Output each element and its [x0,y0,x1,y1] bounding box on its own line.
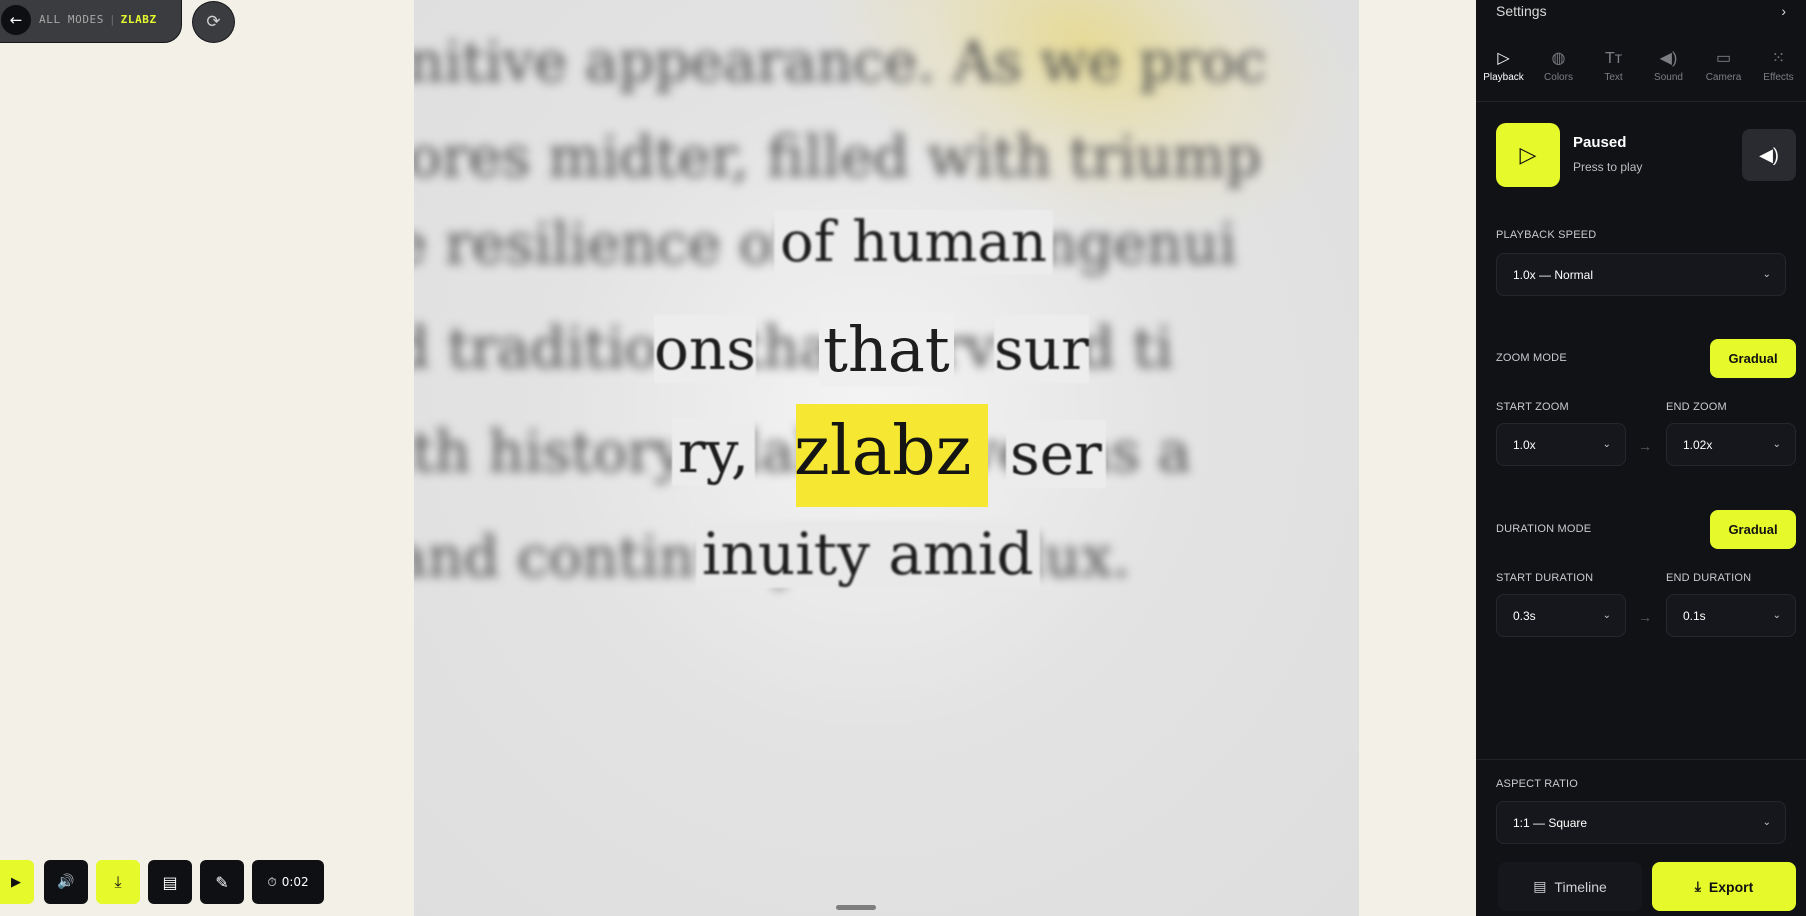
zoom-mode-label: ZOOM MODE [1496,352,1567,364]
camera-icon: ▭ [1715,50,1732,67]
sound-toggle-button[interactable]: 🔊 [44,860,88,904]
effects-grid-icon: ⁙ [1771,50,1786,67]
timeline-label: Timeline [1554,878,1607,895]
speaker-icon: ◀) [1759,144,1779,165]
timer-icon: ⏱ [267,874,277,889]
refresh-button[interactable]: ⟳ [192,1,235,43]
download-button[interactable]: ⤓ [96,860,140,904]
start-duration-label: START DURATION [1496,572,1594,584]
text-line-1: nitive appearance. As we proc [414,30,1267,95]
download-icon: ⤓ [1694,878,1701,894]
all-modes-link[interactable]: ALL MODES [39,13,104,26]
settings-panel: Settings › ▷ Playback ◍ Colors Tт Text ◀… [1476,0,1806,916]
word-ser: ser [1006,420,1106,488]
arrow-right-icon: → [1638,438,1652,454]
end-zoom-label: END ZOOM [1666,401,1727,413]
play-button[interactable]: ▶ [0,860,34,904]
chevron-down-icon: ⌄ [1602,610,1611,621]
mute-button[interactable]: ◀) [1742,129,1796,181]
tab-label: Sound [1654,72,1683,83]
word-ons: ons [654,315,757,383]
download-icon: ⤓ [114,872,122,891]
tab-sound[interactable]: ◀) Sound [1641,48,1696,101]
chevron-down-icon: ⌄ [1772,439,1781,450]
settings-header: Settings › [1496,3,1786,19]
collapse-chevron-icon[interactable]: › [1781,3,1786,19]
export-label: Export [1708,878,1754,895]
tab-label: Playback [1483,72,1524,83]
aspect-ratio-label: ASPECT RATIO [1496,778,1579,790]
canvas-drag-handle[interactable] [836,905,876,910]
tab-text[interactable]: Tт Text [1586,48,1641,101]
start-zoom-select[interactable]: 1.0x ⌄ [1496,423,1626,466]
chevron-down-icon: ⌄ [1772,610,1781,621]
settings-tabs: ▷ Playback ◍ Colors Tт Text ◀) Sound ▭ C… [1476,48,1806,102]
duration-mode-label: DURATION MODE [1496,523,1592,535]
comment-button[interactable]: ✎ [200,860,244,904]
speaker-icon: 🔊 [57,874,75,890]
notes-button[interactable]: ▤ [148,860,192,904]
arrow-left-icon: ← [9,10,23,29]
end-zoom-value: 1.02x [1683,437,1713,452]
play-icon: ▶ [11,874,21,890]
start-zoom-label: START ZOOM [1496,401,1569,413]
start-duration-select[interactable]: 0.3s ⌄ [1496,594,1626,637]
mode-separator: | [109,13,116,26]
text-line-2: ores midter, filled with triump [414,125,1262,190]
chevron-down-icon: ⌄ [1762,817,1771,828]
timeline-button[interactable]: ▤ Timeline [1498,862,1642,911]
preview-canvas[interactable]: nitive appearance. As we proc ores midte… [414,0,1359,916]
tab-playback[interactable]: ▷ Playback [1476,48,1531,101]
comment-icon: ✎ [215,872,229,892]
word-that: that [819,313,954,386]
tab-colors[interactable]: ◍ Colors [1531,48,1586,101]
tab-label: Effects [1763,72,1794,83]
word-nuity-amid: inuity amid [696,520,1040,588]
word-of-human: of human [774,210,1053,275]
mode-pill: ← ALL MODES | ZLABZ [0,0,182,43]
end-duration-select[interactable]: 0.1s ⌄ [1666,594,1796,637]
playback-hint: Press to play [1573,160,1643,174]
highlighted-word: zlabz [794,412,972,491]
playback-speed-value: 1.0x — Normal [1513,267,1594,282]
play-icon: ▷ [1519,142,1537,167]
tab-effects[interactable]: ⁙ Effects [1751,48,1806,101]
chevron-down-icon: ⌄ [1602,439,1611,450]
playback-speed-select[interactable]: 1.0x — Normal ⌄ [1496,253,1786,296]
duration-mode-toggle[interactable]: Gradual [1710,510,1796,549]
tab-label: Colors [1544,72,1573,83]
word-ry: ry, [672,418,756,486]
tab-label: Text [1604,72,1623,83]
export-button[interactable]: ⤓ Export [1652,862,1796,911]
end-duration-value: 0.1s [1683,608,1706,623]
timeline-icon: ▤ [1533,878,1547,894]
end-zoom-select[interactable]: 1.02x ⌄ [1666,423,1796,466]
settings-title: Settings [1496,3,1547,19]
text-icon: Tт [1604,50,1623,67]
start-duration-value: 0.3s [1513,608,1536,623]
tab-label: Camera [1705,72,1742,83]
palette-icon: ◍ [1551,50,1566,67]
aspect-ratio-select[interactable]: 1:1 — Square ⌄ [1496,801,1786,844]
chevron-down-icon: ⌄ [1762,269,1771,280]
play-outline-icon: ▷ [1497,50,1510,67]
zoom-mode-toggle[interactable]: Gradual [1710,339,1796,378]
back-button[interactable]: ← [1,4,31,35]
timer-display: ⏱ 0:02 [252,860,324,904]
word-sur: sur [994,315,1089,383]
current-mode-name: ZLABZ [120,13,157,26]
playback-status: Paused [1573,134,1627,151]
speaker-icon: ◀) [1659,50,1678,67]
refresh-icon: ⟳ [206,12,221,32]
arrow-right-icon: → [1638,609,1652,625]
playback-speed-label: PLAYBACK SPEED [1496,229,1597,241]
timer-value: 0:02 [281,875,309,889]
play-pause-button[interactable]: ▷ [1496,123,1560,187]
tab-camera[interactable]: ▭ Camera [1696,48,1751,101]
aspect-ratio-value: 1:1 — Square [1513,815,1588,830]
notes-icon: ▤ [162,872,178,892]
end-duration-label: END DURATION [1666,572,1752,584]
start-zoom-value: 1.0x [1513,437,1536,452]
panel-divider [1476,759,1806,760]
